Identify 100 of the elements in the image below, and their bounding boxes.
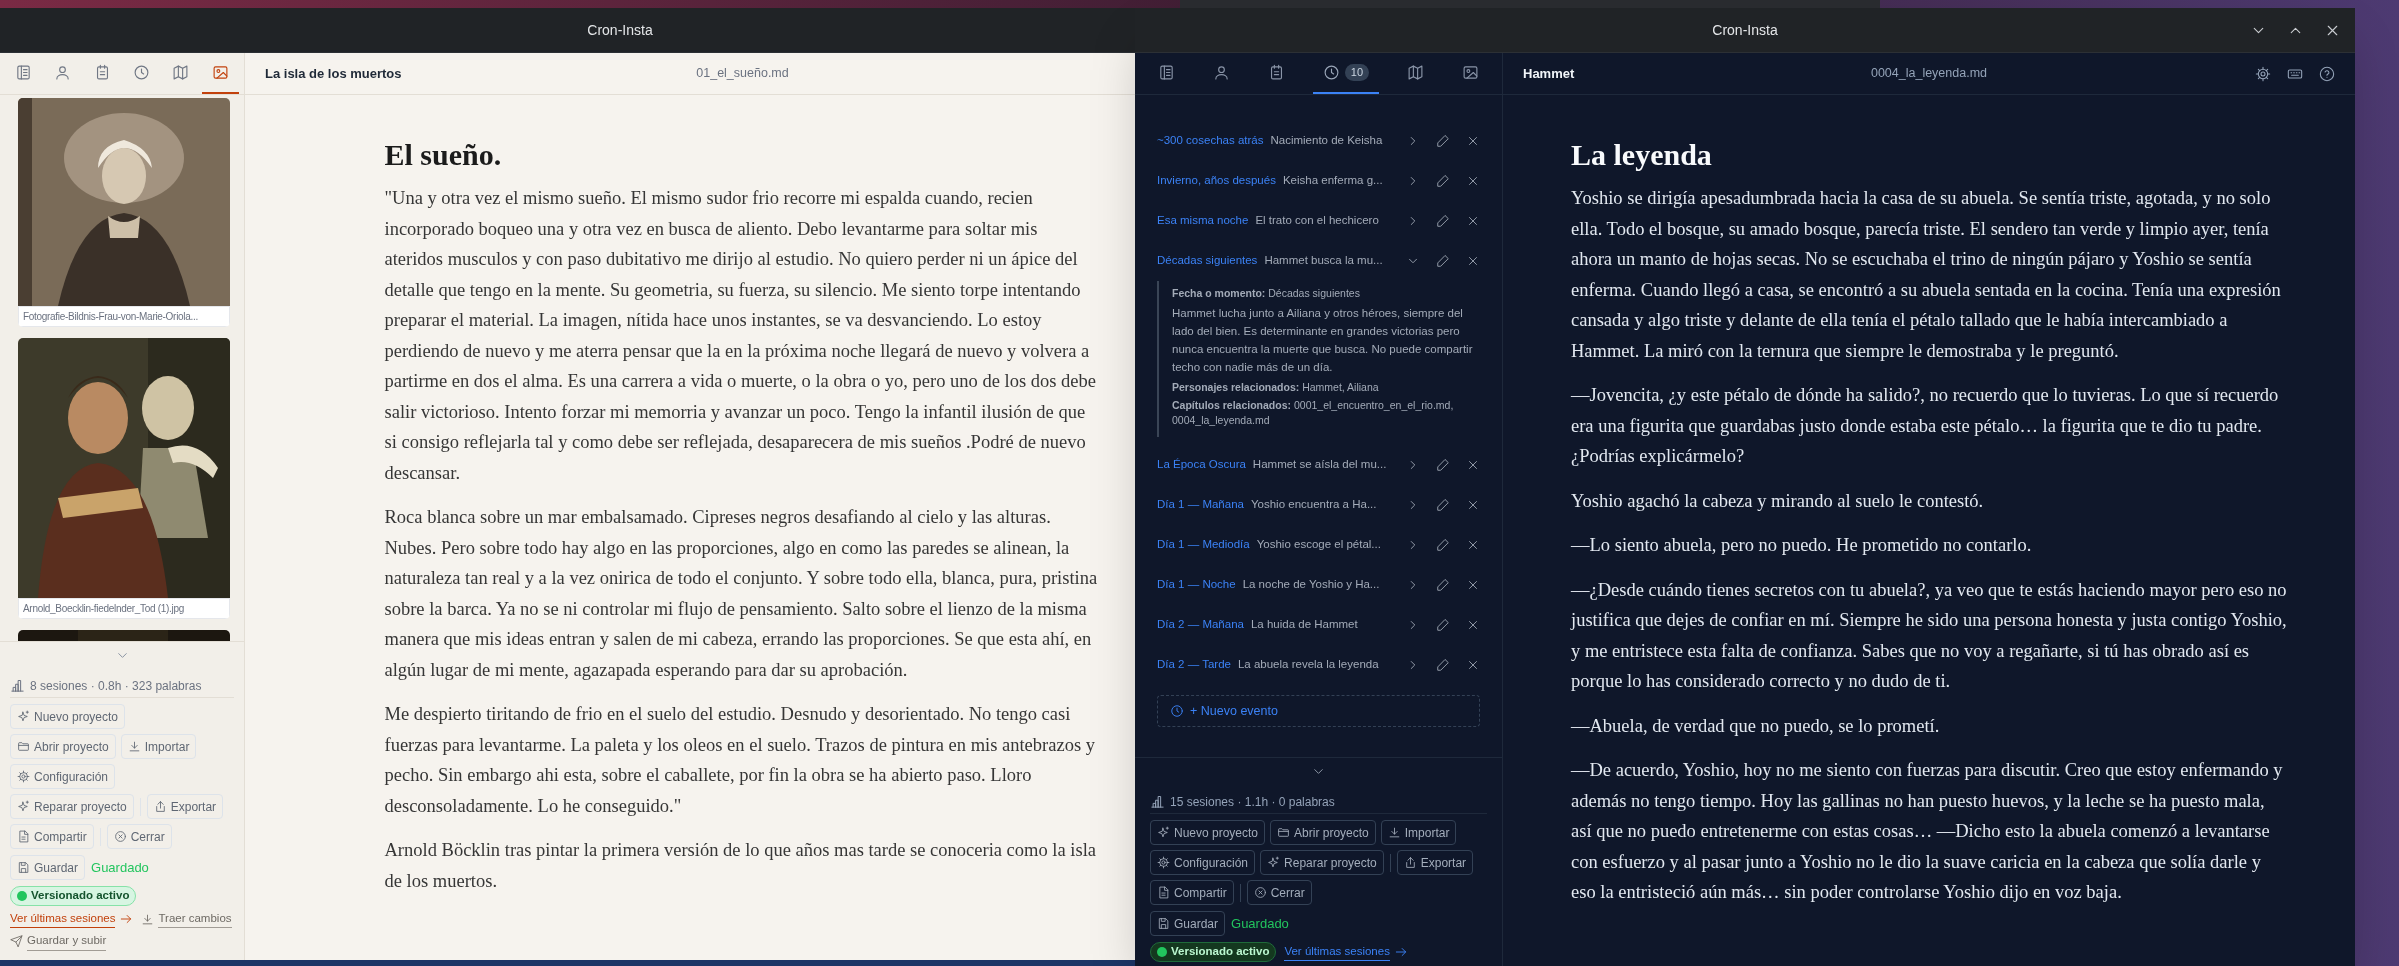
footer-button[interactable]: Nuevo proyecto xyxy=(10,704,126,729)
bar-chart-icon xyxy=(1150,794,1165,809)
settings-icon[interactable] xyxy=(2255,65,2271,82)
pencil-icon[interactable] xyxy=(1436,214,1450,228)
save-button[interactable]: Guardar xyxy=(10,855,86,880)
event-title[interactable]: La noche de Yoshio y Ha... xyxy=(1242,576,1380,594)
paragraph: —¿Desde cuándo tienes secretos con tu abuela?, ya veo que te estás haciendo mayor pero eso no justifica que dejes de confiar en mí. Siempre he sido una persona honesta y justa contigo Yoshio, y me entristece esta falta de confianza. Sabes que no voy a regañarte, si tú has obrado así es porque lo has considerado correcto y no dudo de ti. xyxy=(1571,578,2287,693)
footer-button[interactable]: Importar xyxy=(120,734,197,759)
pencil-icon[interactable] xyxy=(1436,174,1450,188)
settings-icon xyxy=(1157,856,1170,869)
footer-button[interactable]: Exportar xyxy=(1396,850,1474,875)
user-icon xyxy=(54,64,72,81)
sidebar-tab[interactable]: 10 xyxy=(1312,53,1380,94)
document-title: Hammet xyxy=(1523,64,1576,83)
event-date: ~300 cosechas atrás xyxy=(1157,133,1264,149)
send-icon xyxy=(10,934,23,948)
help-icon[interactable] xyxy=(2319,65,2335,82)
arrow-right-icon xyxy=(1393,945,1408,959)
footer-button[interactable]: Reparar proyecto xyxy=(1260,850,1384,875)
close-icon[interactable] xyxy=(1466,254,1480,268)
save-icon xyxy=(17,861,30,874)
clock-icon xyxy=(133,64,151,81)
image-caption: Fotografie-Bildnis-Frau-von-Marie-Oriola... xyxy=(18,306,230,327)
pencil-icon[interactable] xyxy=(1436,658,1450,672)
pencil-icon[interactable] xyxy=(1436,618,1450,632)
versioning-badge: Versionado activo xyxy=(1150,942,1277,962)
save-button[interactable]: Guardar xyxy=(1150,911,1226,936)
footer-button[interactable]: Abrir proyecto xyxy=(1270,820,1376,845)
saved-status: Guardado xyxy=(91,858,149,877)
image-caption: Arnold_Boecklin-fiedelnder_Tod (1).jpg xyxy=(18,598,230,619)
close-icon[interactable] xyxy=(1466,538,1480,552)
folder-icon xyxy=(1277,826,1291,839)
close-icon[interactable] xyxy=(1466,618,1480,632)
pencil-icon[interactable] xyxy=(1436,578,1450,592)
event-characters: Personajes relacionados: Hammet, Ailiana xyxy=(1172,380,1380,395)
event-title[interactable]: Hammet se aísla del mu... xyxy=(1252,456,1387,474)
footer-button[interactable]: Abrir proyecto xyxy=(10,734,116,759)
pencil-icon[interactable] xyxy=(1436,498,1450,512)
save-and-push-link[interactable]: Guardar y subir xyxy=(27,932,107,951)
footer-button[interactable]: Compartir xyxy=(10,824,94,849)
paragraph: —Abuela, de verdad que no puedo, se lo prometí. xyxy=(1571,714,1941,738)
pencil-icon[interactable] xyxy=(1436,538,1450,552)
sparkle-icon xyxy=(1267,856,1281,869)
footer-button[interactable]: Configuración xyxy=(1150,850,1256,875)
footer-button[interactable]: Cerrar xyxy=(1246,880,1312,905)
window-title: Cron-Insta xyxy=(1712,20,1778,40)
event-title[interactable]: El trato con el hechicero xyxy=(1255,212,1379,230)
footer-button[interactable]: Reparar proyecto xyxy=(10,794,134,819)
close-circle-icon xyxy=(1253,886,1267,899)
pencil-icon[interactable] xyxy=(1436,134,1450,148)
map-icon xyxy=(172,64,190,81)
stats-text: 8 sesiones · 0.8h · 323 palabras xyxy=(30,679,202,693)
event-date: Día 2 — Mañana xyxy=(1157,617,1244,633)
pencil-icon[interactable] xyxy=(1436,254,1450,268)
upload-icon xyxy=(1403,856,1417,869)
sparkle-icon xyxy=(1157,826,1170,839)
paragraph: Arnold Böcklin tras pintar la primera versión de lo que años mas tarde se conoceria como la isla de los muertos. xyxy=(384,839,1097,893)
event-date: La Época Oscura xyxy=(1157,457,1246,473)
save-icon xyxy=(1157,917,1170,930)
download-icon xyxy=(141,912,155,926)
close-icon[interactable] xyxy=(1466,174,1480,188)
event-description: Hammet lucha junto a Ailiana y otros héroes, siempre del lado del bien. Es determinante en grandes victorias pero nunca encuentra la muerte que busca. No puede compartir techo con nadie más de un día. xyxy=(1172,306,1474,375)
event-title[interactable]: Hammet busca la mu... xyxy=(1264,252,1383,270)
footer-button[interactable]: Exportar xyxy=(146,794,224,819)
close-icon[interactable] xyxy=(1466,658,1480,672)
image-icon xyxy=(211,64,229,81)
pull-changes-link[interactable]: Traer cambios xyxy=(158,910,232,929)
close-circle-icon xyxy=(113,830,127,843)
document-icon xyxy=(1157,64,1175,81)
pencil-icon[interactable] xyxy=(1436,458,1450,472)
event-date: Día 1 — Mañana xyxy=(1157,497,1244,513)
event-title[interactable]: La abuela revela la leyenda xyxy=(1237,656,1379,674)
close-icon[interactable] xyxy=(1466,498,1480,512)
new-event-button[interactable]: + Nuevo evento xyxy=(1157,695,1480,727)
footer-button[interactable]: Importar xyxy=(1380,820,1457,845)
event-title[interactable]: Yoshio encuentra a Ha... xyxy=(1250,496,1377,514)
footer-button[interactable]: Nuevo proyecto xyxy=(1150,820,1266,845)
close-icon[interactable] xyxy=(1466,134,1480,148)
file-name: 0004_la_leyenda.md xyxy=(1870,65,1988,83)
event-title[interactable]: La huida de Hammet xyxy=(1250,616,1358,634)
footer-button[interactable]: Compartir xyxy=(1150,880,1234,905)
footer-button[interactable]: Cerrar xyxy=(106,824,172,849)
paragraph: Yoshio se dirigía apesadumbrada hacia la casa de su abuela. Se sentía triste, agotada, y no solo ella. Todo el bosque, su amado bosque, parecía triste. El sendero tan verde y limpio ayer, tenía ahora un manto de hojas secas. No se escuchaba el trino de ningún pájaro y Yoshio se sentía enferma. Cuando llegó a casa, se encontró a su abuela sentada en la cocina. Tenía una expresión cansada y algo triste y delante de ella tenía el pétalo tallado que le había intercambiado a Hammet. La miró con la ternura que siempre le demostraba y le preguntó. xyxy=(1571,187,2282,363)
sessions-link[interactable]: Ver últimas sesiones xyxy=(10,910,116,929)
close-icon[interactable] xyxy=(1466,214,1480,228)
saved-status: Guardado xyxy=(1231,914,1289,933)
event-title[interactable]: Nacimiento de Keisha xyxy=(1270,132,1383,150)
footer-button[interactable]: Configuración xyxy=(10,764,116,789)
close-icon[interactable] xyxy=(1466,458,1480,472)
event-title[interactable]: Keisha enferma g... xyxy=(1282,172,1383,190)
file-icon xyxy=(17,830,30,843)
close-icon[interactable] xyxy=(1466,578,1480,592)
sessions-link[interactable]: Ver últimas sesiones xyxy=(1284,942,1390,962)
image-icon xyxy=(1462,64,1479,81)
paragraph: —Lo siento abuela, pero no puedo. He prometido no contarlo. xyxy=(1571,534,2033,557)
event-title[interactable]: Yoshio escoge el pétal... xyxy=(1256,536,1381,554)
download-icon xyxy=(1387,826,1401,839)
paragraph: "Una y otra vez el mismo sueño. El mismo sudor frio recorre mi espalda cuando, recien incorporado boqueo una y otra vez en busca de aliento. Debo levantarme para soltar mis ateridos musculos y con paso dubitativo me dirijo al estudio. No quiero perder ni un ápice del detalle que tengo en la mente. Su geometria, su fuerza, su silencio. Me siento torpe intentando preparar el material. La imagen, nítida hace unos instantes, se va desvanciendo. Lo estoy perdiendo de nuevo y me aterra pensar que la en la próxima noche llegará de nuevo y volvera a partirme en dos el alma. Es una carrera a vida o muerte, o la obra o yo, pero uno de los dos debe salir victorioso. Intento forzar mi memorria y avanzar un poco. Tengo la infantil ilusión de que si consigo reflejarla tal y como debe ser reflejada, desaparecera de mis sueños .Podré de nuevo descansar. xyxy=(384,187,1097,485)
count-badge: 10 xyxy=(1344,64,1370,81)
event-date: Día 1 — Mediodía xyxy=(1157,537,1250,553)
